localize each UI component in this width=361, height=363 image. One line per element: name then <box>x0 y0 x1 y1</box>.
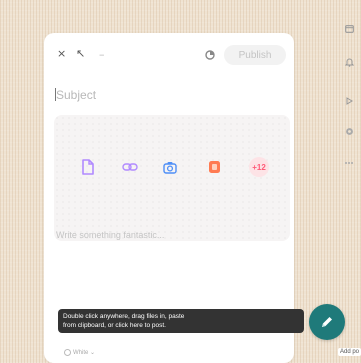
timer-icon[interactable] <box>204 48 216 60</box>
add-post-button[interactable] <box>309 304 345 340</box>
radio-dot-icon <box>64 349 71 356</box>
camera-icon[interactable] <box>160 157 180 177</box>
gift-icon[interactable] <box>204 157 224 177</box>
visibility-label: White <box>73 350 89 357</box>
chevron-down-icon: ⌄ <box>90 350 96 357</box>
tooltip: Double click anywhere, drag files in, pa… <box>58 309 304 333</box>
bell-icon[interactable] <box>343 56 355 68</box>
publish-button[interactable]: Publish <box>224 45 286 65</box>
media-area[interactable]: +12 <box>54 115 290 241</box>
more-icon[interactable] <box>343 157 355 169</box>
file-icon[interactable] <box>78 157 98 177</box>
gear-icon[interactable] <box>343 125 355 137</box>
visibility-selector[interactable]: White ⌄ <box>64 349 95 356</box>
more-media-badge[interactable]: +12 <box>249 157 269 177</box>
minimize-button[interactable]: – <box>99 48 105 62</box>
expand-button[interactable]: ↖ <box>76 47 85 61</box>
close-button[interactable]: × <box>57 47 66 61</box>
subject-input[interactable] <box>56 86 276 104</box>
play-icon[interactable] <box>343 95 355 107</box>
pencil-icon <box>322 317 332 327</box>
window-icon[interactable] <box>343 23 355 35</box>
link-icon[interactable] <box>120 157 140 177</box>
tooltip-line-2: from clipboard, or click here to post. <box>63 322 166 329</box>
add-post-label: Add po <box>338 348 361 356</box>
post-body-input[interactable] <box>56 227 276 243</box>
tooltip-line-1: Double click anywhere, drag files in, pa… <box>63 313 185 320</box>
